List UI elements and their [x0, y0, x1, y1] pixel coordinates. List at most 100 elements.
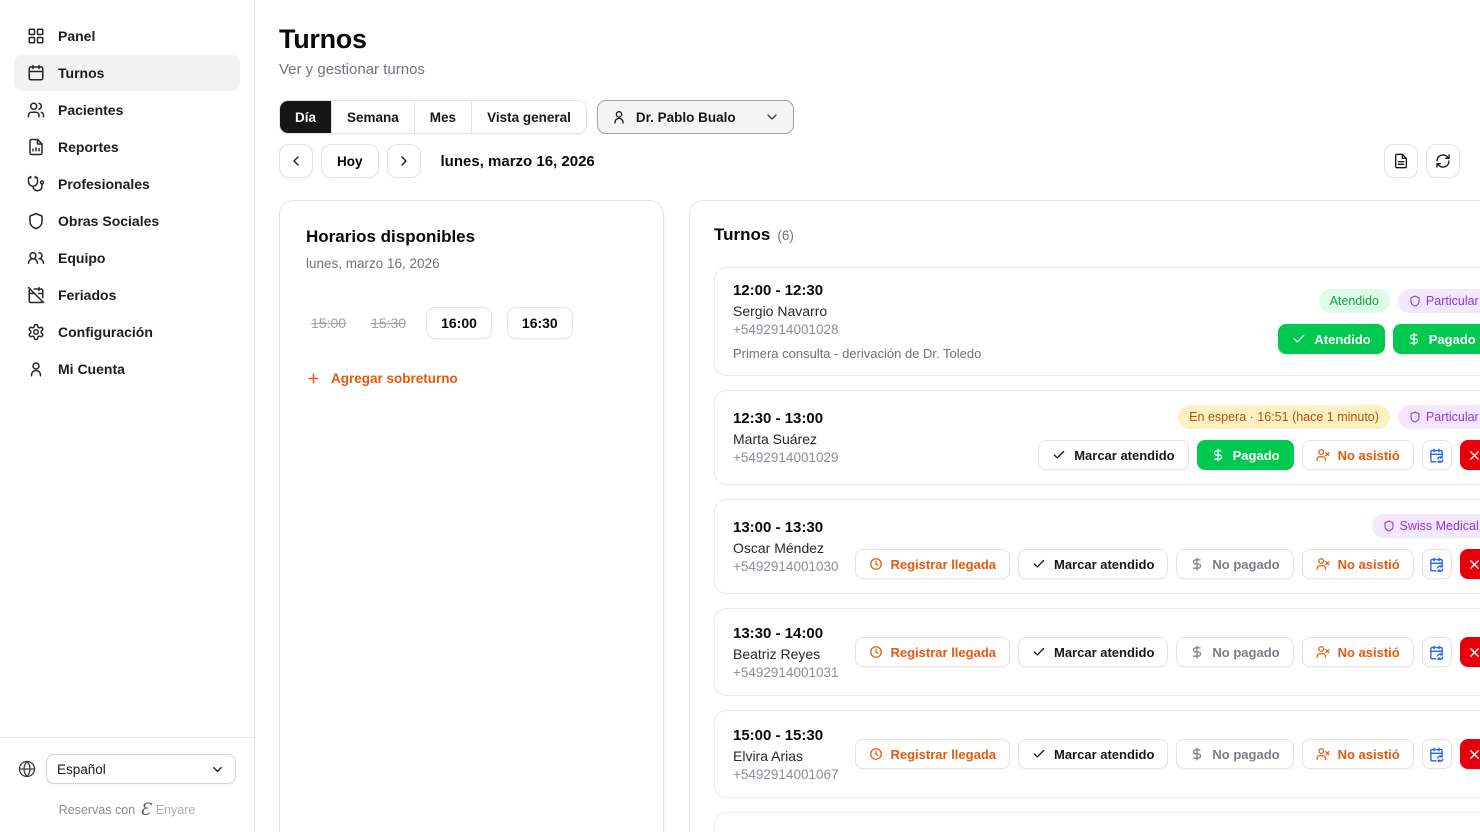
doctor-select[interactable]: Dr. Pablo Bualo [597, 100, 794, 134]
appointment-right: AtendidoParticularAtendidoPagado [1278, 282, 1480, 361]
reprogramar-button[interactable] [1422, 637, 1452, 667]
no-pagado-button[interactable]: No pagado [1176, 549, 1293, 579]
tab-semana[interactable]: Semana [331, 101, 414, 133]
sidebar-item-equipo[interactable]: Equipo [14, 240, 240, 276]
user-x-icon [1316, 557, 1330, 571]
sidebar-item-reportes[interactable]: Reportes [14, 129, 240, 165]
patient-name: Elvira Arias [733, 748, 839, 764]
patients-icon [27, 101, 45, 119]
pagado-button[interactable]: Pagado [1393, 324, 1480, 354]
appointment-actions: Atendido Pagado [1278, 324, 1480, 354]
appointment-time: 13:00 - 13:30 [733, 519, 839, 536]
add-overbooking-button[interactable]: Agregar sobreturno [306, 371, 458, 386]
registrar-llegada-button[interactable]: Registrar llegada [855, 549, 1011, 579]
reprogramar-button[interactable] [1422, 739, 1452, 769]
x-icon [1467, 557, 1480, 572]
atendido-button[interactable]: Atendido [1278, 324, 1384, 354]
marcar-atendido-button[interactable]: Marcar atendido [1018, 637, 1168, 667]
calendar-sync-icon [1429, 557, 1444, 572]
sidebar-item-configuracion[interactable]: Configuración [14, 314, 240, 350]
shield-icon [1409, 295, 1421, 307]
no-asistio-button[interactable]: No asistió [1302, 549, 1414, 579]
sidebar-item-label: Panel [58, 28, 95, 44]
sidebar-item-turnos[interactable]: Turnos [14, 55, 240, 91]
cancelar-button[interactable] [1460, 739, 1480, 769]
registrar-llegada-button[interactable]: Registrar llegada [855, 637, 1011, 667]
export-report-button[interactable] [1384, 144, 1418, 178]
date-navigation: Hoy lunes, marzo 16, 2026 [279, 144, 1460, 178]
time-slot-button[interactable]: 16:30 [507, 307, 573, 339]
language-select[interactable]: Español [46, 754, 236, 784]
status-badge: Swiss Medical [1372, 514, 1480, 538]
marcar-atendido-button[interactable]: Marcar atendido [1038, 440, 1188, 470]
no-asistio-button[interactable]: No asistió [1302, 739, 1414, 769]
sidebar-item-label: Mi Cuenta [58, 361, 125, 377]
appointment-right: En espera · 16:51 (hace 1 minuto)Particu… [1038, 405, 1480, 470]
stethoscope-icon [27, 175, 45, 193]
no-asistio-button[interactable]: No asistió [1302, 637, 1414, 667]
shield-icon [1383, 520, 1395, 532]
appointment-info: 13:00 - 13:30Oscar Méndez+5492914001030 [733, 514, 839, 579]
appointment-actions: Marcar atendido Pagado No asistió [1038, 440, 1480, 470]
language-value: Español [57, 762, 106, 777]
calendar-sync-icon [1429, 448, 1444, 463]
check-icon [1032, 557, 1046, 571]
registrar-llegada-button[interactable]: Registrar llegada [855, 739, 1011, 769]
cancelar-button[interactable] [1460, 549, 1480, 579]
no-pagado-button[interactable]: No pagado [1176, 637, 1293, 667]
clock-icon [869, 557, 883, 571]
sidebar-item-profesionales[interactable]: Profesionales [14, 166, 240, 202]
chevron-down-icon [210, 762, 225, 777]
report-icon [27, 138, 45, 156]
appointment-card-clipped [714, 812, 1480, 832]
appointment-info: 12:30 - 13:00Marta Suárez+5492914001029 [733, 405, 839, 470]
tab-mes[interactable]: Mes [414, 101, 471, 133]
marcar-atendido-button[interactable]: Marcar atendido [1018, 549, 1168, 579]
appointment-time: 13:30 - 14:00 [733, 625, 839, 642]
pagado-button[interactable]: Pagado [1197, 440, 1294, 470]
prev-day-button[interactable] [279, 144, 313, 178]
brand-prefix: Reservas con [59, 803, 135, 817]
user-icon [611, 109, 627, 125]
cancelar-button[interactable] [1460, 440, 1480, 470]
dollar-icon [1190, 747, 1204, 761]
dollar-icon [1190, 645, 1204, 659]
status-badges: En espera · 16:51 (hace 1 minuto)Particu… [1178, 405, 1480, 429]
tab-dia[interactable]: Día [280, 101, 331, 133]
sidebar-item-panel[interactable]: Panel [14, 18, 240, 54]
patient-phone: +5492914001028 [733, 322, 981, 337]
patient-name: Sergio Navarro [733, 303, 981, 319]
next-day-button[interactable] [387, 144, 421, 178]
reprogramar-button[interactable] [1422, 549, 1452, 579]
sidebar-item-label: Configuración [58, 324, 153, 340]
no-pagado-button[interactable]: No pagado [1176, 739, 1293, 769]
current-date: lunes, marzo 16, 2026 [441, 153, 595, 170]
user-x-icon [1316, 448, 1330, 462]
tab-vista-general[interactable]: Vista general [471, 101, 586, 133]
today-button[interactable]: Hoy [321, 144, 379, 178]
sidebar-item-pacientes[interactable]: Pacientes [14, 92, 240, 128]
reprogramar-button[interactable] [1422, 440, 1452, 470]
dashboard-icon [27, 27, 45, 45]
marcar-atendido-button[interactable]: Marcar atendido [1018, 739, 1168, 769]
user-icon [27, 360, 45, 378]
main-content: Turnos Ver y gestionar turnos DíaSemanaM… [255, 0, 1480, 832]
time-slot-button[interactable]: 16:00 [426, 307, 492, 339]
sidebar-item-obras-sociales[interactable]: Obras Sociales [14, 203, 240, 239]
cancelar-button[interactable] [1460, 637, 1480, 667]
sidebar-item-mi-cuenta[interactable]: Mi Cuenta [14, 351, 240, 387]
plus-icon [306, 371, 321, 386]
patient-phone: +5492914001067 [733, 767, 839, 782]
sidebar-item-feriados[interactable]: Feriados [14, 277, 240, 313]
user-x-icon [1316, 747, 1330, 761]
calendar-icon [27, 64, 45, 82]
check-icon [1032, 645, 1046, 659]
no-asistio-button[interactable]: No asistió [1302, 440, 1414, 470]
appointments-list: 12:00 - 12:30Sergio Navarro+549291400102… [714, 267, 1480, 832]
refresh-button[interactable] [1426, 144, 1460, 178]
status-badges: Swiss Medical [1372, 514, 1480, 538]
calendar-sync-icon [1429, 747, 1444, 762]
brand-name: Enyare [156, 803, 196, 817]
sidebar-item-label: Reportes [58, 139, 119, 155]
appointment-card: 13:00 - 13:30Oscar Méndez+5492914001030 S… [714, 499, 1480, 594]
